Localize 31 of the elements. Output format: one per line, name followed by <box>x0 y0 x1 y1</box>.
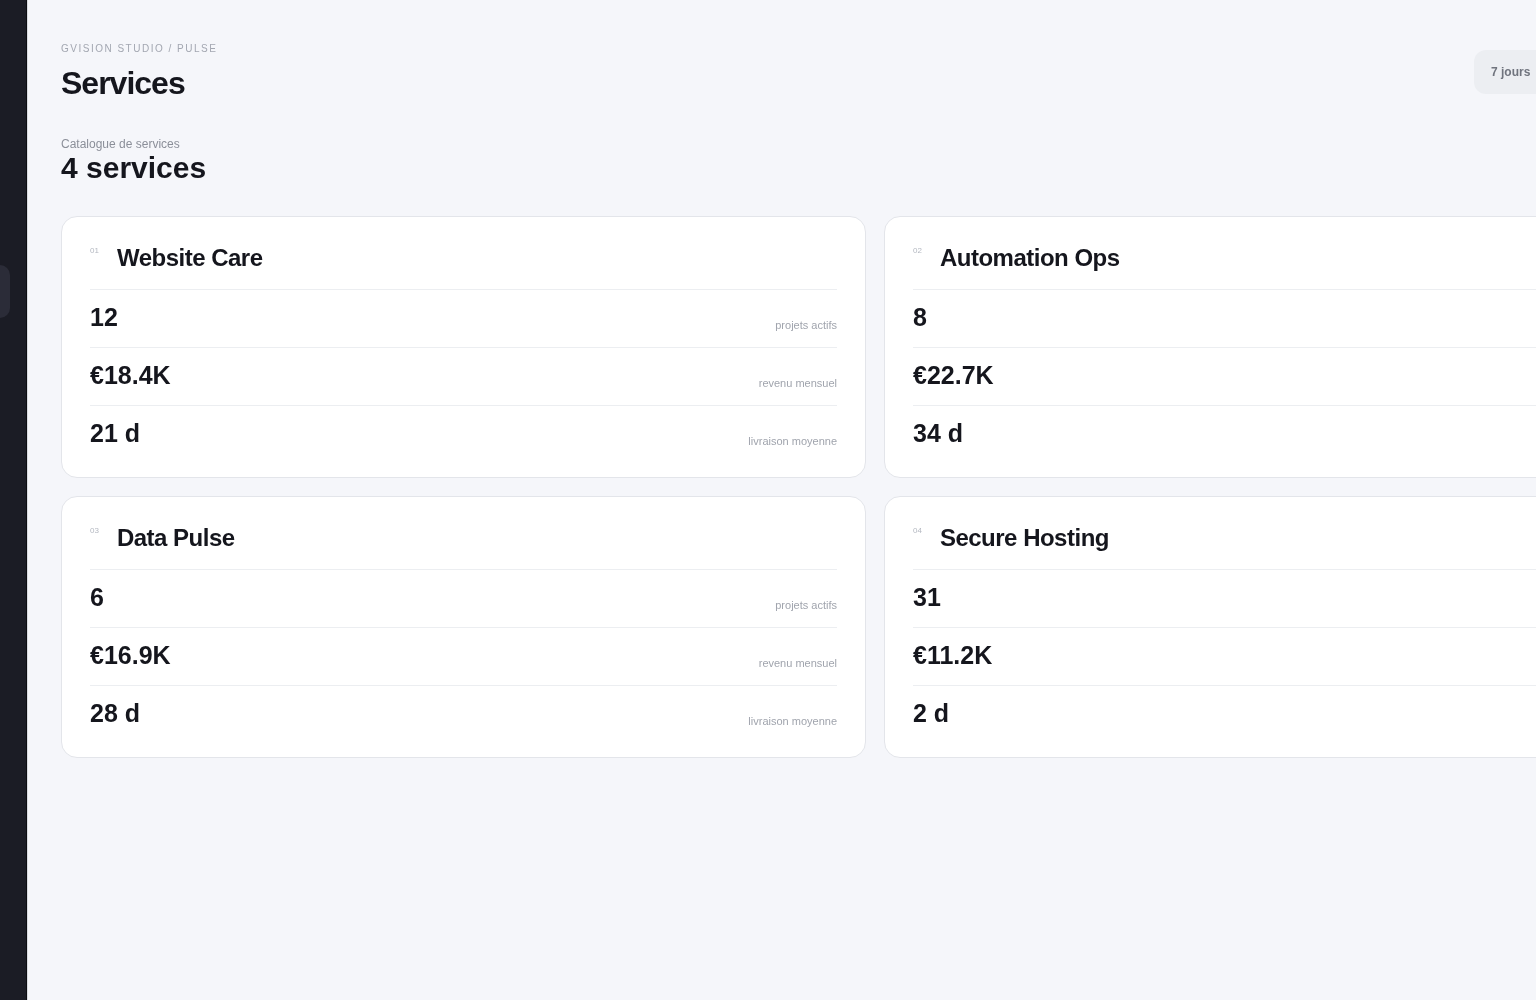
service-number: 03 <box>90 526 99 536</box>
metric-value: 34 d <box>913 418 964 448</box>
service-name: Secure Hosting <box>939 523 1109 553</box>
metric-value: 6 <box>90 582 104 612</box>
metric-value: 8 <box>913 302 927 332</box>
metric-value: 12 <box>90 302 118 332</box>
metric-value: €22.7K <box>913 360 994 390</box>
breadcrumb: GVISION STUDIO / PULSE <box>61 42 218 56</box>
service-name: Website Care <box>116 243 263 273</box>
period-button[interactable]: 7 jours <box>1474 50 1536 94</box>
service-number: 02 <box>913 246 922 256</box>
metric-value: 2 d <box>913 698 950 728</box>
metric-value: 28 d <box>90 698 141 728</box>
metric-value: 31 <box>913 582 941 612</box>
service-name: Data Pulse <box>116 523 235 553</box>
metric-label: revenu mensuel <box>758 657 837 670</box>
metric-label: projets actifs <box>775 599 837 612</box>
page-title: Services <box>61 64 185 102</box>
services-count: 4 services <box>61 152 207 184</box>
metric-value: €11.2K <box>913 640 993 670</box>
metric-label: livraison moyenne <box>748 435 837 448</box>
metric-value: €18.4K <box>90 360 171 390</box>
section-caption: Catalogue de services <box>61 136 180 152</box>
metric-value: 21 d <box>90 418 141 448</box>
service-number: 01 <box>90 246 99 256</box>
metric-label: projets actifs <box>775 319 837 332</box>
metric-label: livraison moyenne <box>748 715 837 728</box>
service-name: Automation Ops <box>939 243 1120 273</box>
metric-value: €16.9K <box>90 640 171 670</box>
service-number: 04 <box>913 526 922 536</box>
metric-label: revenu mensuel <box>758 377 837 390</box>
